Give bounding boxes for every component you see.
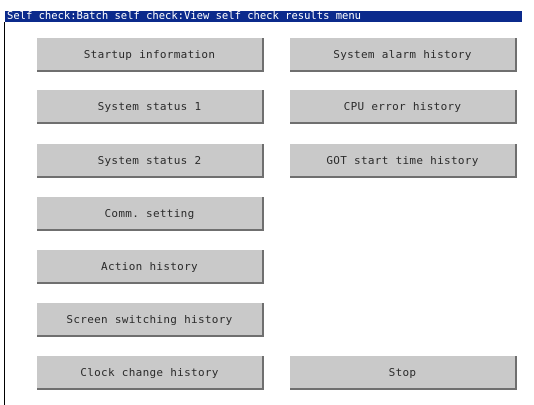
view-self-check-results-menu: Self check:Batch self check:View self ch… [0,0,534,405]
cpu-error-history-button[interactable]: CPU error history [290,90,517,124]
clock-change-history-button[interactable]: Clock change history [37,356,264,390]
left-border [4,22,5,405]
screen-switching-history-button[interactable]: Screen switching history [37,303,264,337]
startup-information-button[interactable]: Startup information [37,38,264,72]
title-bar: Self check:Batch self check:View self ch… [5,11,520,22]
system-status-2-button[interactable]: System status 2 [37,144,264,178]
got-start-time-history-button[interactable]: GOT start time history [290,144,517,178]
comm-setting-button[interactable]: Comm. setting [37,197,264,231]
title-bar-end [520,11,522,22]
system-alarm-history-button[interactable]: System alarm history [290,38,517,72]
action-history-button[interactable]: Action history [37,250,264,284]
system-status-1-button[interactable]: System status 1 [37,90,264,124]
stop-button[interactable]: Stop [290,356,517,390]
